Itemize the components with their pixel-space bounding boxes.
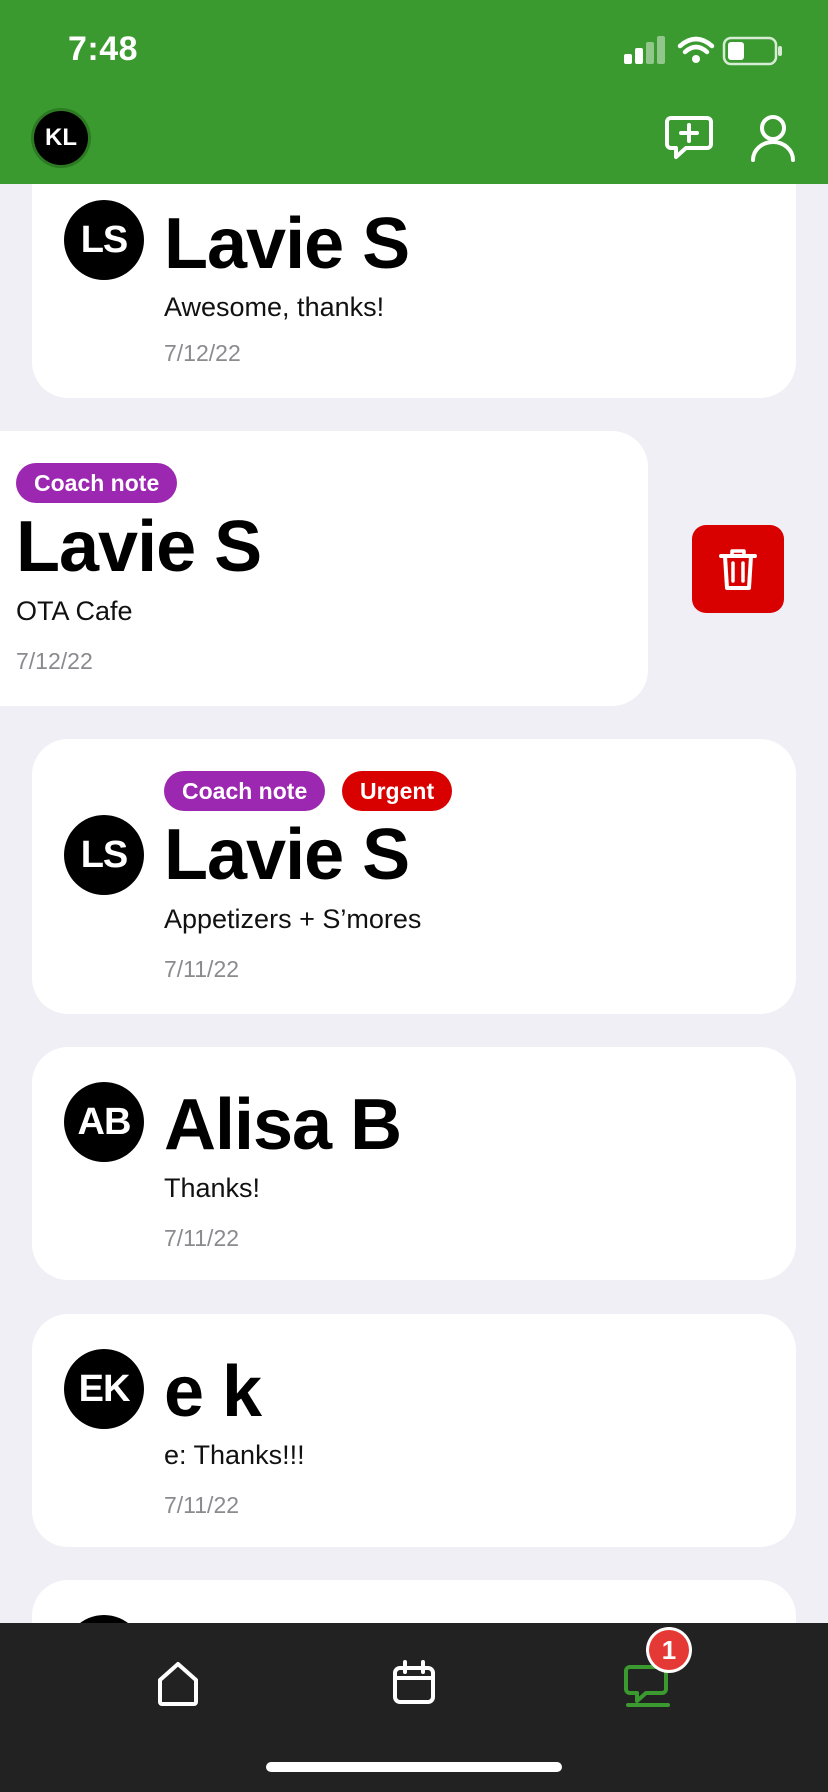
thread-card[interactable]: Coach note Urgent LS Lavie S Appetizers … bbox=[32, 739, 796, 1014]
thread-date: 7/12/22 bbox=[164, 340, 241, 366]
thread-card[interactable]: AB Alisa B Thanks! 7/11/22 bbox=[32, 1047, 796, 1280]
coach-note-badge: Coach note bbox=[16, 463, 178, 503]
avatar: EK bbox=[64, 1349, 144, 1429]
home-icon bbox=[158, 1662, 198, 1706]
thread-preview: Appetizers + S’mores bbox=[164, 904, 422, 934]
new-message-button[interactable] bbox=[664, 113, 714, 163]
avatar: LS bbox=[64, 200, 144, 280]
home-indicator bbox=[266, 1762, 562, 1772]
thread-name: Lavie S bbox=[164, 204, 410, 284]
thread-name: e k bbox=[164, 1352, 262, 1432]
tab-home[interactable] bbox=[148, 1653, 208, 1713]
calendar-icon bbox=[393, 1660, 435, 1704]
thread-preview: Thanks! bbox=[164, 1173, 261, 1203]
delete-thread-button[interactable] bbox=[692, 525, 784, 613]
thread-date: 7/11/22 bbox=[164, 1492, 240, 1518]
chat-plus-icon bbox=[665, 116, 713, 159]
thread-name: Lavie S bbox=[164, 815, 410, 895]
thread-card[interactable]: EK e k e: Thanks!!! 7/11/22 bbox=[32, 1314, 796, 1547]
avatar: LS bbox=[64, 815, 144, 895]
urgent-badge: Urgent bbox=[342, 771, 453, 811]
messages-unread-badge: 1 bbox=[649, 1630, 689, 1670]
thread-card[interactable]: LS Lavie S Awesome, thanks! 7/12/22 bbox=[32, 150, 796, 398]
thread-date: 7/11/22 bbox=[164, 1225, 240, 1251]
thread-card-swiped[interactable]: Coach note Lavie S OTA Cafe 7/12/22 bbox=[0, 431, 648, 706]
thread-preview: OTA Cafe bbox=[16, 596, 133, 626]
person-icon bbox=[751, 115, 795, 162]
avatar: AB bbox=[64, 1082, 144, 1162]
thread-preview: e: Thanks!!! bbox=[164, 1440, 305, 1470]
trash-icon bbox=[719, 549, 757, 590]
top-app-bar: 7:48 KL bbox=[0, 0, 828, 184]
active-tab-indicator bbox=[626, 1703, 670, 1707]
status-time: 7:48 bbox=[68, 30, 139, 68]
tab-calendar[interactable] bbox=[384, 1653, 444, 1713]
thread-name: Alisa B bbox=[164, 1085, 402, 1165]
thread-preview: Awesome, thanks! bbox=[164, 292, 385, 322]
profile-avatar[interactable]: KL bbox=[34, 111, 88, 165]
coach-note-badge: Coach note bbox=[164, 771, 326, 811]
account-button[interactable] bbox=[748, 113, 798, 163]
thread-date: 7/12/22 bbox=[16, 648, 93, 674]
signal-wifi-battery-icon bbox=[624, 36, 782, 66]
thread-name: Lavie S bbox=[16, 507, 262, 587]
thread-date: 7/11/22 bbox=[164, 956, 240, 982]
status-icons bbox=[624, 34, 794, 70]
